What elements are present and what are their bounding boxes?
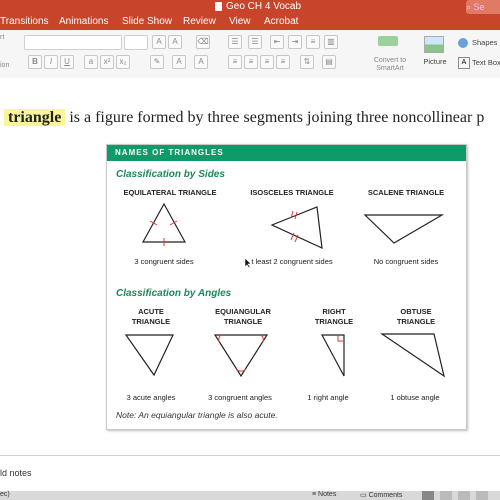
strikethrough-button[interactable]: a <box>84 55 98 69</box>
picture-icon[interactable] <box>424 36 444 53</box>
normal-view-button[interactable] <box>422 491 434 500</box>
shapes-label[interactable]: Shapes <box>472 38 497 47</box>
highlight-button[interactable]: ✎ <box>150 55 164 69</box>
font-color-button[interactable]: A <box>172 55 186 69</box>
notes-pane[interactable]: ld notes <box>0 455 500 492</box>
ribbon-tabs: Transitions Animations Slide Show Review… <box>0 14 500 30</box>
columns-button[interactable]: ▥ <box>324 35 338 49</box>
subscript-button[interactable]: x₂ <box>116 55 130 69</box>
convert-label: Convert to <box>373 57 407 64</box>
tab-animations[interactable]: Animations <box>59 16 108 27</box>
ribbon-left-label-2: ion <box>0 62 10 69</box>
tab-review[interactable]: Review <box>183 16 216 27</box>
text-box-label[interactable]: Text Box <box>472 58 500 67</box>
highlighted-term: triangle <box>4 109 66 126</box>
underline-button[interactable]: U <box>60 55 74 69</box>
smartart-label: SmartArt <box>376 65 404 72</box>
status-left-text: ec) <box>0 491 10 498</box>
search-box[interactable]: ⌕ Se <box>466 0 500 14</box>
smartart-icon[interactable] <box>378 36 398 46</box>
notes-button-label: Notes <box>318 491 337 498</box>
increase-font-button[interactable]: A <box>152 35 166 49</box>
names-of-triangles-panel: NAMES OF TRIANGLES Classification by Sid… <box>106 144 467 430</box>
font-name-select[interactable] <box>24 35 122 50</box>
tab-slide-show[interactable]: Slide Show <box>122 16 172 27</box>
comments-button-label: Comments <box>368 492 403 499</box>
italic-button[interactable]: I <box>44 55 58 69</box>
obtuse-triangle <box>380 333 445 378</box>
comments-button[interactable]: ▭ Comments <box>360 491 402 499</box>
slideshow-button[interactable] <box>476 491 488 500</box>
superscript-button[interactable]: x² <box>100 55 114 69</box>
tab-view[interactable]: View <box>229 16 251 27</box>
title-bar: Geo CH 4 Vocab ⌕ Se <box>0 0 500 14</box>
notes-placeholder: ld notes <box>0 468 32 478</box>
numbering-button[interactable]: ☰ <box>248 35 262 49</box>
status-bar: ec) ≡ Notes ▭ Comments <box>0 491 500 500</box>
align-text-button[interactable]: ▤ <box>322 55 336 69</box>
reading-view-button[interactable] <box>458 491 470 500</box>
tab-transitions[interactable]: Transitions <box>0 16 49 27</box>
picture-label[interactable]: Picture <box>418 57 452 66</box>
text-direction-button[interactable]: ⇅ <box>300 55 314 69</box>
window-title: Geo CH 4 Vocab <box>226 1 302 12</box>
ribbon-left-label-1: rt <box>0 34 5 41</box>
align-right-button[interactable]: ≡ <box>260 55 274 69</box>
indent-button[interactable]: ⇥ <box>288 35 302 49</box>
text-effects-button[interactable]: A <box>194 55 208 69</box>
outdent-button[interactable]: ⇤ <box>270 35 284 49</box>
bullets-button[interactable]: ☰ <box>228 35 242 49</box>
obtuse-desc: 1 obtuse angle <box>390 393 440 402</box>
notes-button[interactable]: ≡ Notes <box>312 491 336 498</box>
definition-text: is a figure formed by three segments joi… <box>69 109 485 126</box>
font-size-select[interactable] <box>124 35 148 50</box>
mouse-cursor-icon <box>244 257 252 269</box>
justify-button[interactable]: ≡ <box>276 55 290 69</box>
clear-format-button[interactable]: ⌫ <box>196 35 210 49</box>
text-box-icon[interactable]: A <box>458 57 470 69</box>
tab-acrobat[interactable]: Acrobat <box>264 16 298 27</box>
ribbon: rt ion A A ⌫ B I U a x² x₂ ✎ A A ☰ ☰ ⇤ ⇥… <box>0 30 500 79</box>
line-spacing-button[interactable]: ≡ <box>306 35 320 49</box>
document-icon <box>215 2 222 11</box>
panel-note: Note: An equiangular triangle is also ac… <box>116 410 278 420</box>
definition-line: triangle is a figure formed by three segm… <box>4 109 484 127</box>
align-center-button[interactable]: ≡ <box>244 55 258 69</box>
bold-button[interactable]: B <box>28 55 42 69</box>
shapes-icon[interactable] <box>458 38 468 48</box>
align-left-button[interactable]: ≡ <box>228 55 242 69</box>
decrease-font-button[interactable]: A <box>168 35 182 49</box>
slide-sorter-button[interactable] <box>440 491 452 500</box>
